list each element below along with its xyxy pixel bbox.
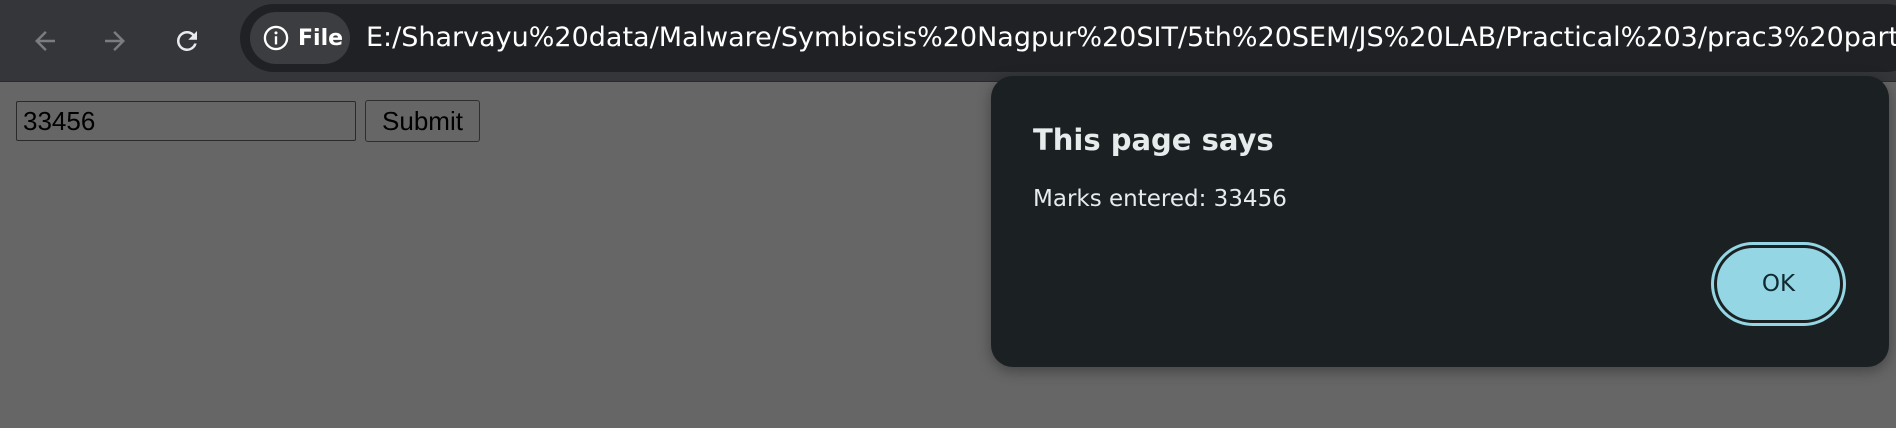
browser-toolbar: File E:/Sharvayu%20data/Malware/Symbiosi… bbox=[0, 0, 1896, 82]
submit-button[interactable]: Submit bbox=[365, 100, 480, 142]
site-chip-label: File bbox=[298, 25, 344, 51]
ok-button[interactable]: OK bbox=[1711, 242, 1846, 326]
dialog-message: Marks entered: 33456 bbox=[1033, 186, 1287, 212]
site-info-chip[interactable]: File bbox=[250, 12, 350, 64]
dialog-title: This page says bbox=[1033, 123, 1274, 157]
address-bar[interactable]: File E:/Sharvayu%20data/Malware/Symbiosi… bbox=[240, 4, 1896, 72]
omnibox-clip: File E:/Sharvayu%20data/Malware/Symbiosi… bbox=[0, 0, 1896, 82]
marks-input[interactable] bbox=[16, 101, 356, 141]
url-text[interactable]: E:/Sharvayu%20data/Malware/Symbiosis%20N… bbox=[366, 20, 1896, 56]
alert-dialog: This page says Marks entered: 33456 OK bbox=[991, 76, 1889, 367]
info-icon bbox=[263, 25, 289, 51]
